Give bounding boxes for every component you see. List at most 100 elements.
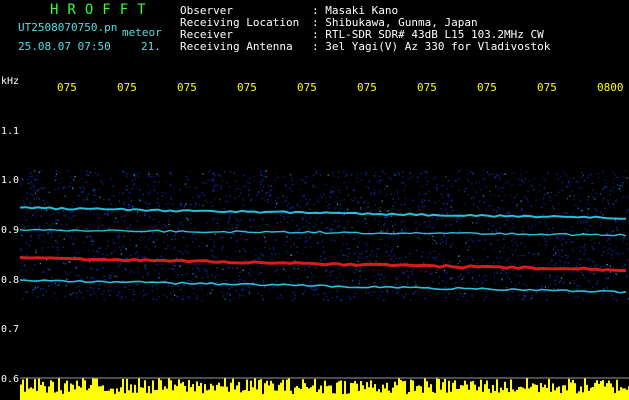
noise-dot [490, 194, 492, 196]
noise-dot [166, 296, 168, 298]
noise-dot [254, 179, 256, 181]
amplitude-bar [164, 386, 166, 400]
amplitude-bar [128, 390, 130, 400]
noise-dot [413, 292, 415, 294]
noise-dot [20, 234, 22, 236]
noise-dot [615, 199, 618, 201]
noise-dot [229, 292, 231, 295]
noise-dot [117, 294, 119, 296]
noise-dot [465, 187, 467, 190]
noise-dot [433, 223, 435, 225]
noise-dot [122, 246, 124, 248]
noise-dot [531, 253, 534, 256]
noise-dot [516, 245, 518, 247]
noise-dot [276, 222, 278, 224]
noise-dot [553, 280, 556, 282]
noise-dot [302, 180, 304, 182]
noise-dot [269, 233, 271, 236]
noise-dot [370, 261, 372, 263]
noise-dot [313, 203, 316, 206]
noise-dot [93, 213, 95, 215]
noise-dot [64, 186, 66, 188]
noise-dot [459, 293, 461, 295]
noise-dot [393, 260, 395, 263]
noise-dot [98, 284, 100, 286]
noise-dot [549, 196, 551, 198]
noise-dot [198, 204, 200, 206]
noise-dot [416, 204, 419, 206]
amplitude-bar [578, 391, 580, 400]
noise-dot [445, 296, 447, 299]
noise-dot [509, 218, 511, 220]
noise-dot [399, 257, 401, 259]
noise-dot [211, 289, 213, 291]
noise-dot [515, 194, 517, 196]
signal-trace [20, 206, 626, 220]
noise-dot [189, 186, 191, 188]
noise-dot [346, 243, 348, 245]
noise-dot [428, 224, 431, 227]
noise-dot [498, 261, 500, 264]
noise-dot [129, 204, 131, 206]
noise-dot [427, 239, 430, 241]
noise-dot [43, 187, 46, 189]
amplitude-bar [50, 380, 52, 400]
noise-dot [202, 281, 204, 283]
noise-dot [614, 174, 616, 176]
noise-dot [441, 280, 444, 282]
noise-dot [318, 228, 320, 230]
noise-dot [358, 282, 361, 285]
noise-dot [185, 203, 187, 205]
noise-dot [397, 237, 399, 240]
amplitude-bar [202, 393, 204, 400]
noise-dot [571, 249, 574, 251]
amplitude-bar [78, 386, 80, 400]
noise-dot [387, 245, 389, 247]
noise-dot [397, 245, 399, 248]
noise-dot [293, 243, 295, 245]
noise-dot [242, 199, 244, 201]
noise-dot [111, 272, 113, 274]
noise-dot [438, 283, 440, 285]
amplitude-bar [606, 383, 608, 400]
noise-dot [589, 259, 591, 261]
amplitude-bar [330, 385, 332, 400]
amplitude-bar [42, 382, 44, 400]
noise-dot [518, 178, 520, 180]
noise-dot [377, 271, 379, 273]
noise-dot [437, 269, 439, 271]
noise-dot [112, 239, 114, 241]
noise-dot [315, 267, 317, 269]
noise-dot [297, 265, 299, 267]
noise-dot [33, 186, 35, 188]
noise-dot [90, 236, 92, 238]
noise-dot [565, 212, 567, 214]
noise-dot [248, 194, 250, 196]
noise-dot [313, 175, 315, 177]
noise-dot [475, 182, 477, 184]
noise-dot [575, 180, 578, 183]
noise-dot [525, 285, 528, 287]
noise-dot [559, 252, 561, 254]
noise-dot [459, 260, 461, 262]
amplitude-bar [134, 384, 136, 400]
noise-dot [355, 292, 357, 295]
noise-dot [486, 171, 489, 173]
noise-dot [194, 206, 196, 208]
noise-dot [589, 272, 591, 274]
noise-dot [554, 254, 556, 256]
noise-dot [58, 171, 61, 173]
noise-dot [401, 221, 403, 223]
noise-dot [38, 235, 40, 237]
noise-dot [523, 254, 525, 257]
noise-dot [31, 291, 34, 293]
noise-dot [58, 183, 60, 185]
noise-dot [80, 263, 82, 265]
amplitude-bar [290, 390, 292, 400]
noise-dot [87, 174, 89, 176]
noise-dot [206, 222, 208, 224]
noise-dot [435, 242, 438, 244]
amplitude-bar [34, 379, 36, 400]
noise-dot [379, 192, 381, 194]
noise-dot [567, 218, 569, 221]
